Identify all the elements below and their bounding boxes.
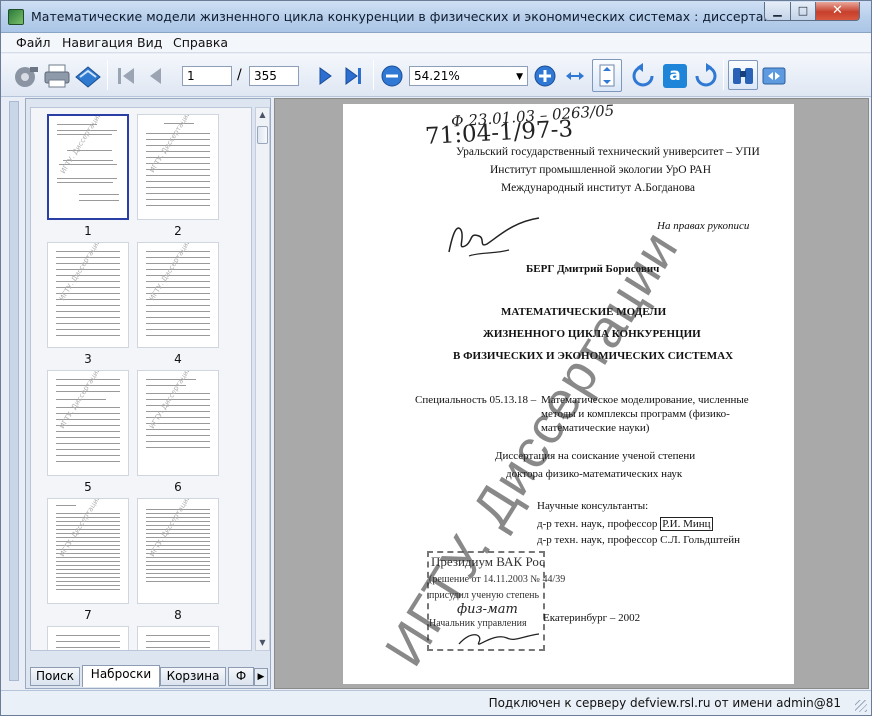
page-thumbnail[interactable]: ИГТУ. Диссертации (137, 114, 219, 220)
binoculars-icon (733, 68, 753, 84)
tab-thumbnails[interactable]: Наброски (82, 665, 160, 687)
title-bar: Математические модели жизненного цикла к… (1, 1, 871, 33)
print-icon[interactable] (43, 63, 71, 89)
toolbar-separator (373, 60, 374, 90)
handwritten-code-2: 71:04-1/97-3 (424, 116, 574, 150)
thumbnail-number: 7 (84, 608, 92, 622)
menu-file[interactable]: Файл (16, 35, 51, 50)
org-line-2: Институт промышленной экологии УрО РАН (490, 164, 712, 176)
last-page-icon[interactable] (343, 65, 365, 87)
rotate-right-icon[interactable] (693, 63, 719, 89)
window-title: Математические модели жизненного цикла к… (31, 9, 766, 24)
app-icon (8, 9, 24, 25)
tab-search[interactable]: Поиск (30, 667, 80, 686)
zoom-out-icon[interactable] (380, 64, 404, 88)
tab-cart[interactable]: Корзина (160, 667, 226, 686)
document-page: Ф 23.01.03 – 0263/05 71:04-1/97-3 Уральс… (343, 104, 794, 684)
pane-tabs: Поиск Наброски Корзина Ф ▶ (30, 665, 270, 687)
thumbnail-number: 2 (174, 224, 182, 238)
tab-partial[interactable]: Ф (228, 667, 254, 686)
page-thumbnail-selected[interactable]: ИГТУ. Диссертации (47, 114, 129, 220)
send-icon[interactable] (74, 63, 102, 89)
thumbnail-list[interactable]: ИГТУ. Диссертации ИГТУ. Диссертации 1 2 … (30, 107, 252, 651)
org-line-3: Международный институт А.Богданова (501, 182, 695, 194)
fit-page-button[interactable] (592, 59, 622, 92)
page-thumbnail[interactable]: ИГТУ. Диссертации (47, 370, 129, 476)
page-thumbnail[interactable]: ИГТУ. Диссертации (137, 242, 219, 348)
first-page-icon[interactable] (115, 65, 137, 87)
open-tool-icon[interactable] (12, 63, 40, 89)
close-button[interactable]: ✕ (815, 2, 860, 21)
city-year: Екатеринбург – 2002 (543, 612, 641, 624)
document-view[interactable]: Ф 23.01.03 – 0263/05 71:04-1/97-3 Уральс… (274, 98, 869, 689)
minimize-button[interactable]: ▁ (764, 2, 791, 21)
page-thumbnail[interactable] (47, 626, 129, 650)
rights-note: На правах рукописи (657, 220, 750, 232)
page-number-input[interactable]: 1 (182, 66, 232, 86)
toolbar-separator (723, 60, 724, 90)
scrollbar-thumb[interactable] (257, 126, 268, 144)
zoom-in-icon[interactable] (533, 64, 557, 88)
status-bar: Подключен к серверу defview.rsl.ru от им… (1, 690, 871, 715)
page-thumbnail[interactable]: ИГТУ. Диссертации (137, 370, 219, 476)
thumbnail-number: 4 (174, 352, 182, 366)
zoom-select[interactable]: 54.21% ▼ (409, 66, 528, 86)
thumbnail-number: 6 (174, 480, 182, 494)
scroll-up-icon[interactable]: ▲ (256, 108, 269, 122)
consultant-2: д-р техн. наук, профессор С.Л. Гольдштей… (537, 534, 741, 546)
thumbnail-number: 3 (84, 352, 92, 366)
chevron-down-icon: ▼ (516, 72, 523, 82)
prev-page-icon[interactable] (145, 65, 167, 87)
consultant-1-name: Р.И. Минц (660, 517, 713, 531)
thumbnail-number: 5 (84, 480, 92, 494)
menu-help[interactable]: Справка (173, 35, 228, 50)
maximize-button[interactable]: □ (790, 2, 816, 21)
tabs-scroll-right-icon[interactable]: ▶ (254, 668, 268, 686)
thumbnails-pane: ИГТУ. Диссертации ИГТУ. Диссертации 1 2 … (25, 98, 271, 689)
page-total-field: 355 (249, 66, 299, 86)
menu-bar: Файл Навигация Вид Справка (1, 33, 871, 53)
binoculars-button[interactable] (728, 60, 758, 90)
signature-image (448, 217, 540, 257)
page-thumbnail[interactable]: ИГТУ. Диссертации (137, 498, 219, 604)
org-line-1: Уральский государственный технический ун… (456, 146, 760, 158)
fit-page-icon (599, 64, 615, 87)
fit-width-icon[interactable] (563, 64, 587, 88)
toolbar: 1 / 355 54.21% ▼ a (1, 54, 871, 97)
text-select-icon[interactable]: a (663, 64, 687, 88)
next-page-icon[interactable] (314, 65, 336, 87)
status-text: Подключен к серверу defview.rsl.ru от им… (488, 696, 841, 710)
page-thumbnail[interactable]: ИГТУ. Диссертации (47, 498, 129, 604)
zoom-value: 54.21% (414, 69, 460, 83)
consultants-label: Научные консультанты: (537, 500, 649, 512)
page-separator: / (237, 67, 242, 83)
consultant-1-prefix: д-р техн. наук, профессор (537, 518, 658, 530)
app-window: Математические модели жизненного цикла к… (0, 0, 872, 716)
side-splitter[interactable] (9, 101, 19, 681)
compare-icon[interactable] (761, 64, 787, 88)
resize-grip-icon[interactable] (855, 700, 867, 712)
rotate-left-icon[interactable] (630, 63, 656, 89)
thumbnail-number: 8 (174, 608, 182, 622)
specialty-label: Специальность 05.13.18 – (415, 394, 537, 406)
thumbnail-number: 1 (84, 224, 92, 238)
page-thumbnail[interactable]: ИГТУ. Диссертации (47, 242, 129, 348)
page-thumbnail[interactable] (137, 626, 219, 650)
thumbnail-scrollbar[interactable]: ▲ ▼ (255, 107, 270, 651)
menu-view[interactable]: Вид (137, 35, 162, 50)
consultant-1: д-р техн. наук, профессор Р.И. Минц (537, 517, 713, 531)
stamp-signature (458, 633, 540, 645)
menu-navigation[interactable]: Навигация (62, 35, 133, 50)
scroll-down-icon[interactable]: ▼ (256, 636, 269, 650)
toolbar-separator (107, 60, 108, 90)
